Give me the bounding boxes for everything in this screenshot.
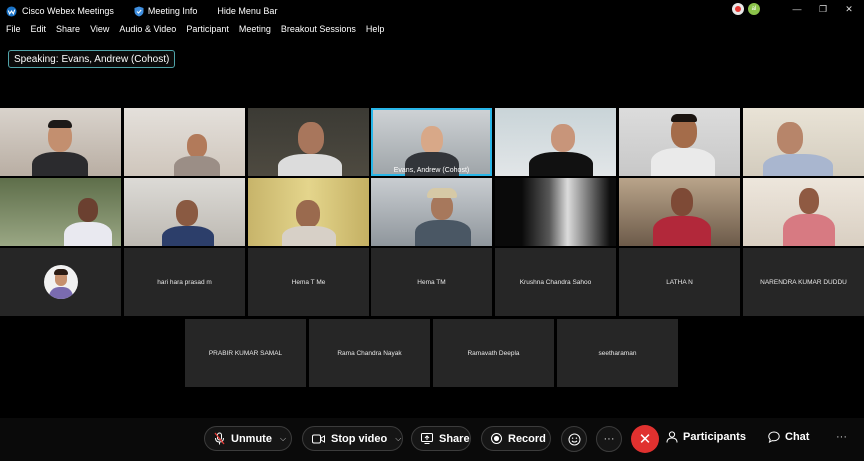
active-speaker-name: Evans, Andrew (Cohost) — [393, 167, 470, 174]
title-bar: Cisco Webex Meetings Meeting Info Hide M… — [0, 0, 864, 22]
close-icon[interactable]: ✕ — [840, 4, 858, 15]
video-tile[interactable] — [743, 178, 864, 246]
video-tile[interactable] — [0, 178, 121, 246]
video-tile[interactable] — [495, 178, 616, 246]
video-tile[interactable] — [0, 108, 121, 176]
participant-tile[interactable]: Ramavath Deepla — [433, 319, 554, 387]
smiley-icon — [568, 433, 580, 445]
record-icon — [491, 433, 502, 444]
participant-tile[interactable]: Hema T Me — [248, 248, 369, 316]
share-screen-icon — [421, 433, 433, 444]
participant-tile[interactable]: seetharaman — [557, 319, 678, 387]
menu-share[interactable]: Share — [56, 24, 80, 40]
participant-name: Hema T Me — [291, 278, 326, 286]
more-options-label: ··· — [603, 433, 615, 445]
webex-logo-icon — [6, 5, 17, 17]
participants-button[interactable]: Participants — [666, 431, 746, 443]
menu-help[interactable]: Help — [366, 24, 385, 40]
menu-file[interactable]: File — [6, 24, 21, 40]
video-tile[interactable] — [124, 108, 245, 176]
menu-breakout-sessions[interactable]: Breakout Sessions — [281, 24, 356, 40]
video-tile[interactable] — [248, 108, 369, 176]
unmute-button[interactable]: Unmute ⌵ — [204, 426, 292, 451]
menu-view[interactable]: View — [90, 24, 109, 40]
video-tile[interactable] — [619, 178, 740, 246]
meeting-controls-toolbar: Unmute ⌵ Stop video ⌵ Share Record ··· ✕… — [0, 418, 864, 461]
overflow-menu-button[interactable]: ··· — [836, 431, 847, 443]
participant-tile[interactable]: Krushna Chandra Sahoo — [495, 248, 616, 316]
menu-meeting[interactable]: Meeting — [239, 24, 271, 40]
meeting-info-button[interactable]: Meeting Info — [134, 6, 198, 17]
participant-name: PRABIR KUMAR SAMAL — [208, 349, 283, 357]
video-tile[interactable] — [619, 108, 740, 176]
record-button[interactable]: Record — [481, 426, 551, 451]
speaking-indicator: Speaking: Evans, Andrew (Cohost) — [8, 50, 176, 68]
overflow-label: ··· — [836, 431, 847, 443]
chat-label: Chat — [785, 431, 810, 443]
video-tile-active-speaker[interactable]: Evans, Andrew (Cohost) — [371, 108, 492, 176]
video-tile[interactable] — [495, 108, 616, 176]
record-label: Record — [508, 432, 546, 445]
menu-bar: File Edit Share View Audio & Video Parti… — [0, 24, 388, 40]
participant-tile[interactable]: PRABIR KUMAR SAMAL — [185, 319, 306, 387]
participant-name: Ramavath Deepla — [467, 349, 520, 357]
participant-tile[interactable]: LATHA N — [619, 248, 740, 316]
participant-name: Krushna Chandra Sahoo — [519, 278, 592, 286]
participant-name: Rama Chandra Nayak — [337, 349, 402, 357]
chevron-down-icon[interactable]: ⌵ — [280, 434, 286, 444]
stop-video-label: Stop video — [331, 432, 388, 445]
unmute-label: Unmute — [231, 432, 272, 445]
participant-tile[interactable]: hari hara prasad m — [124, 248, 245, 316]
participant-name: Hema TM — [417, 278, 446, 286]
meeting-info-label: Meeting Info — [147, 6, 198, 16]
end-meeting-button[interactable]: ✕ — [631, 425, 659, 453]
muted-microphone-icon — [214, 432, 225, 445]
menu-edit[interactable]: Edit — [31, 24, 47, 40]
participant-name: NARENDRA KUMAR DUDDU — [760, 278, 847, 286]
person-icon — [666, 431, 678, 443]
video-tile[interactable] — [248, 178, 369, 246]
chat-bubble-icon — [768, 431, 780, 443]
menu-audio-video[interactable]: Audio & Video — [119, 24, 176, 40]
stop-video-button[interactable]: Stop video ⌵ — [302, 426, 403, 451]
close-icon: ✕ — [638, 431, 652, 448]
participant-tile[interactable]: Hema TM — [371, 248, 492, 316]
reactions-button[interactable] — [561, 426, 587, 452]
participant-tile-avatar[interactable] — [0, 248, 121, 316]
speaking-name: Evans, Andrew (Cohost) — [61, 53, 170, 65]
chevron-down-icon[interactable]: ⌵ — [395, 434, 401, 444]
participant-name: LATHA N — [666, 278, 693, 286]
share-label: Share — [439, 432, 470, 445]
hide-menu-bar-button[interactable]: Hide Menu Bar — [217, 6, 277, 16]
more-options-button[interactable]: ··· — [596, 426, 622, 452]
share-button[interactable]: Share — [411, 426, 471, 451]
app-title: Cisco Webex Meetings — [22, 6, 114, 16]
video-tile[interactable] — [743, 108, 864, 176]
participant-name: seetharaman — [598, 349, 637, 357]
menu-participant[interactable]: Participant — [186, 24, 229, 40]
participant-tile[interactable]: Rama Chandra Nayak — [309, 319, 430, 387]
speaking-prefix: Speaking: — [14, 53, 59, 65]
avatar — [43, 265, 78, 299]
recording-status-icon — [732, 3, 744, 15]
video-tile[interactable] — [371, 178, 492, 246]
video-tile[interactable] — [124, 178, 245, 246]
shield-icon — [134, 6, 144, 16]
participant-name: hari hara prasad m — [157, 278, 212, 286]
participant-tile[interactable]: NARENDRA KUMAR DUDDU — [743, 248, 864, 316]
participants-label: Participants — [683, 431, 746, 443]
video-camera-icon — [312, 434, 325, 443]
minimize-icon[interactable]: — — [788, 4, 806, 14]
avatar[interactable]: al — [748, 3, 760, 15]
restore-icon[interactable]: ❐ — [814, 4, 832, 15]
chat-button[interactable]: Chat — [768, 431, 809, 443]
